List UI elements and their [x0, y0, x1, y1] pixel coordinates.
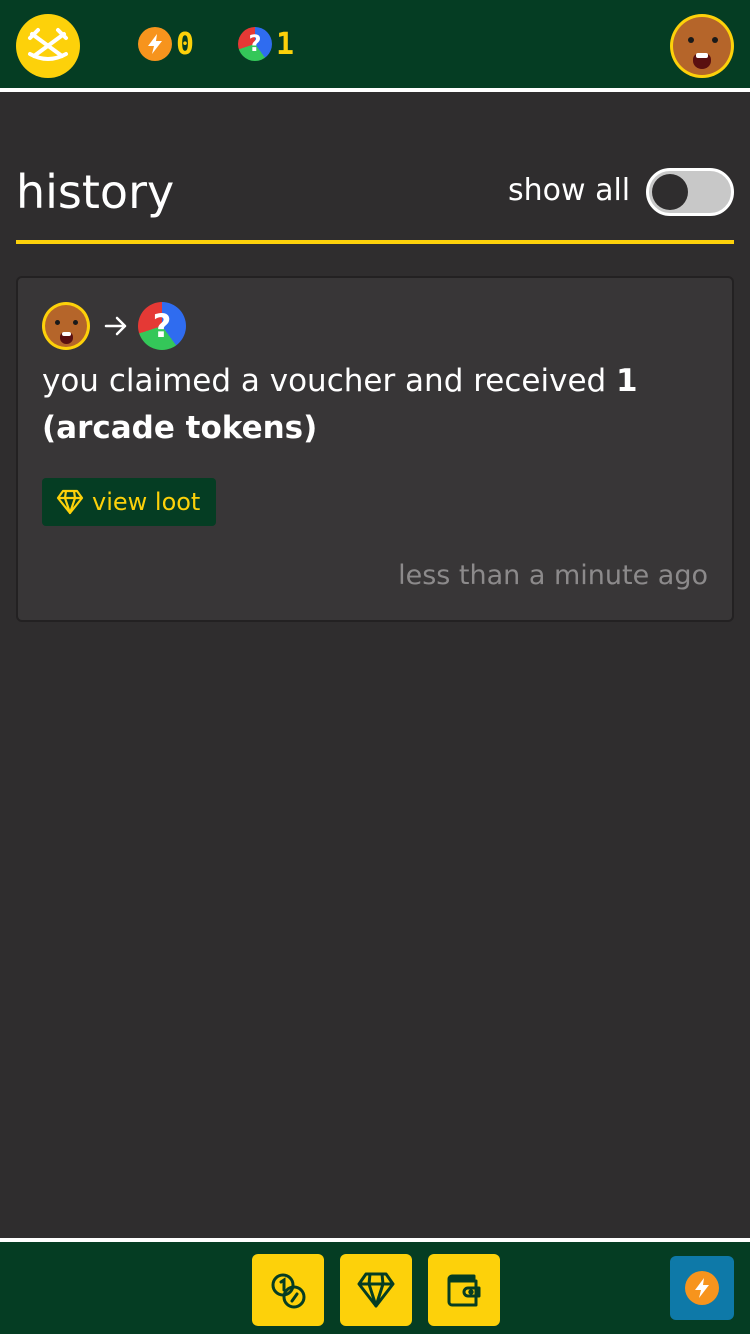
- title-divider: [16, 240, 734, 244]
- diamond-icon: [357, 1272, 395, 1308]
- view-loot-button[interactable]: view loot: [42, 478, 217, 526]
- top-bar: 0 ? 1: [0, 0, 750, 92]
- view-loot-label: view loot: [92, 488, 201, 516]
- entry-timestamp: less than a minute ago: [398, 560, 708, 591]
- lightning-icon: [138, 27, 172, 61]
- token-counter[interactable]: ? 1: [238, 26, 294, 62]
- diamond-icon: [56, 489, 84, 515]
- wallet-icon: [447, 1274, 481, 1307]
- arrow-right-icon: [104, 316, 127, 336]
- show-all-label: show all: [508, 173, 631, 208]
- loot-nav-button[interactable]: [340, 1254, 412, 1326]
- wallet-nav-button[interactable]: [428, 1254, 500, 1326]
- coins-icon: [271, 1273, 306, 1309]
- avatar-face-icon: [673, 17, 731, 75]
- token-glyph: ?: [248, 31, 262, 57]
- token-glyph: ?: [152, 307, 172, 345]
- energy-fab-button[interactable]: [670, 1256, 734, 1320]
- profile-avatar[interactable]: [670, 14, 734, 78]
- lightning-icon: [685, 1271, 719, 1305]
- arcade-token-icon: ?: [138, 302, 186, 350]
- history-entry-card: ? you claimed a voucher and received 1 (…: [16, 276, 734, 622]
- history-message: you claimed a voucher and received 1 (ar…: [42, 358, 702, 452]
- crossed-swords-logo-icon[interactable]: [16, 14, 80, 78]
- arcade-token-icon: ?: [238, 27, 272, 61]
- avatar-icon: [42, 302, 90, 350]
- page-title: history: [16, 165, 175, 219]
- energy-count: 0: [176, 26, 195, 62]
- token-count: 1: [276, 26, 295, 62]
- message-text: you claimed a voucher and received: [42, 363, 617, 399]
- energy-counter[interactable]: 0: [138, 26, 194, 62]
- toggle-knob: [652, 174, 688, 210]
- show-all-toggle[interactable]: [646, 168, 734, 216]
- bottom-nav-bar: [0, 1238, 750, 1334]
- coins-nav-button[interactable]: [252, 1254, 324, 1326]
